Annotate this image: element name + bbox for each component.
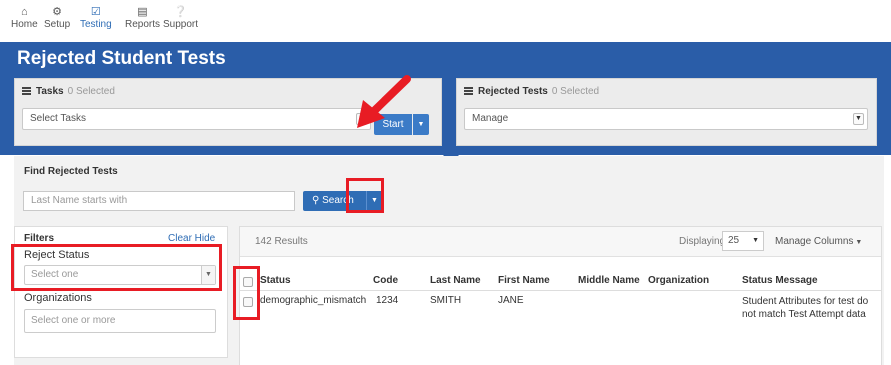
cell-status-message: Student Attributes for test do not match… — [742, 296, 869, 320]
page-title: Rejected Student Tests — [17, 48, 226, 69]
list-icon — [22, 87, 31, 95]
column-header-first-name[interactable]: First Name — [498, 275, 550, 286]
search-placeholder: Last Name starts with — [31, 195, 128, 206]
find-title: Find Rejected Tests — [24, 166, 118, 177]
table-header-divider — [240, 290, 881, 291]
cell-first-name: JANE — [498, 295, 524, 306]
nav-setup[interactable]: ⚙ Setup — [44, 6, 70, 30]
rejected-tests-panel: Rejected Tests 0 Selected Manage ▼ — [456, 78, 877, 146]
nav-support[interactable]: ❔ Support — [163, 6, 198, 30]
annotation-box-search-dropdown — [346, 178, 384, 213]
column-header-code[interactable]: Code — [373, 275, 398, 286]
filters-title: Filters — [24, 233, 55, 244]
nav-reports-label: Reports — [125, 19, 161, 30]
nav-testing-label: Testing — [80, 19, 112, 30]
chevron-down-icon: ▼ — [853, 113, 864, 125]
nav-home[interactable]: ⌂ Home — [11, 6, 38, 30]
chevron-down-icon: ▼ — [752, 237, 759, 244]
results-count: 142 Results — [255, 236, 308, 247]
manage-columns-label: Manage Columns — [775, 236, 854, 247]
cell-last-name: SMITH — [430, 295, 462, 306]
rejected-panel-header: Rejected Tests 0 Selected — [464, 86, 599, 97]
organizations-input[interactable]: Select one or more — [24, 309, 216, 333]
page-size-select[interactable]: 25 ▼ — [722, 231, 764, 251]
select-tasks-value: Select Tasks — [30, 113, 86, 124]
search-input[interactable]: Last Name starts with — [23, 191, 295, 211]
check-icon: ☑ — [90, 6, 101, 18]
column-header-status[interactable]: Status — [260, 275, 291, 286]
chevron-down-icon: ▼ — [417, 121, 425, 128]
select-tasks-dropdown[interactable]: Select Tasks ▼ — [22, 108, 371, 130]
help-icon: ❔ — [173, 6, 188, 18]
cell-status: demographic_mismatch — [260, 295, 367, 306]
nav-reports[interactable]: ▤ Reports — [125, 6, 160, 30]
gear-icon: ⚙ — [52, 6, 62, 18]
rejected-title: Rejected Tests — [478, 86, 548, 97]
search-icon: ⚲ — [312, 195, 320, 206]
start-dropdown-toggle[interactable]: ▼ — [413, 114, 429, 135]
cell-code: 1234 — [376, 295, 399, 306]
list-icon — [464, 87, 473, 95]
column-header-organization[interactable]: Organization — [648, 275, 709, 286]
nav-home-label: Home — [11, 19, 38, 30]
organizations-placeholder: Select one or more — [31, 315, 116, 326]
nav-support-label: Support — [163, 19, 199, 30]
nav-testing[interactable]: ☑ Testing — [80, 6, 112, 30]
column-header-last-name[interactable]: Last Name — [430, 275, 481, 286]
manage-columns-button[interactable]: Manage Columns ▼ — [775, 236, 862, 247]
clear-hide-links[interactable]: Clear Hide — [168, 233, 215, 244]
tasks-selected-count: 0 Selected — [67, 86, 115, 97]
home-icon: ⌂ — [21, 6, 28, 18]
annotation-box-reject-status — [11, 244, 222, 291]
manage-value: Manage — [472, 113, 509, 124]
column-header-status-message[interactable]: Status Message — [742, 275, 818, 286]
nav-setup-label: Setup — [44, 19, 71, 30]
column-header-middle-name[interactable]: Middle Name — [578, 275, 640, 286]
displaying-label: Displaying — [679, 236, 726, 247]
page-size-value: 25 — [728, 235, 740, 246]
top-nav: ⌂ Home ⚙ Setup ☑ Testing ▤ Reports ❔ Sup… — [0, 0, 891, 42]
caret-down-icon: ▼ — [855, 239, 863, 246]
annotation-arrow-icon — [357, 75, 411, 128]
rejected-selected-count: 0 Selected — [551, 86, 600, 97]
tasks-title: Tasks — [36, 86, 64, 97]
tasks-panel-header: Tasks 0 Selected — [22, 86, 115, 97]
organizations-label: Organizations — [24, 292, 92, 304]
reports-icon: ▤ — [137, 6, 148, 18]
manage-dropdown[interactable]: Manage ▼ — [464, 108, 868, 130]
annotation-box-checkboxes — [233, 266, 260, 320]
